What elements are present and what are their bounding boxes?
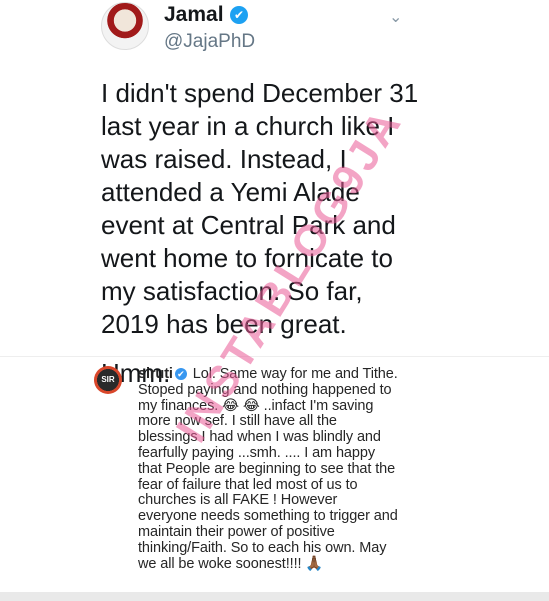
verified-badge-icon: ✔ [174, 368, 187, 380]
verified-badge-icon: ✔ [230, 6, 248, 24]
user-name[interactable]: Jamal [164, 3, 224, 27]
user-handle[interactable]: @JajaPhD [164, 31, 255, 53]
comment-text-block: siruti ✔ Lol. Same way for me and Tithe. … [138, 366, 400, 572]
tweet-paragraph: I didn't spend December 31 last year in … [101, 78, 419, 339]
tweet-card: Jamal ✔ @JajaPhD ⌄ I didn't spend Decemb… [0, 0, 549, 388]
bottom-strip [0, 592, 549, 601]
chevron-down-icon[interactable]: ⌄ [389, 7, 402, 27]
avatar[interactable] [101, 2, 149, 50]
commenter-username[interactable]: siruti [138, 366, 173, 382]
commenter-avatar[interactable]: SIR [94, 366, 122, 394]
comment: SIR siruti ✔ Lol. Same way for me and Tit… [0, 360, 549, 601]
comment-body: Lol. Same way for me and Tithe. Stoped p… [138, 366, 398, 572]
divider [0, 356, 549, 357]
